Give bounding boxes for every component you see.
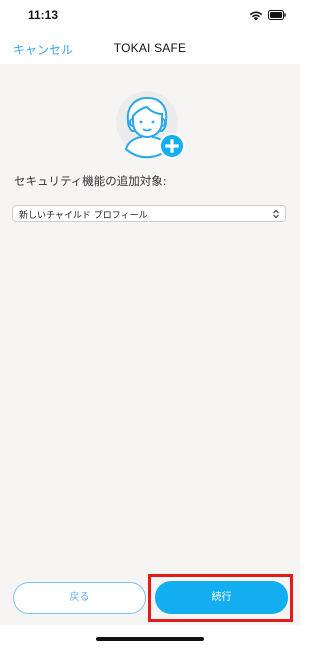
nav-bar: TOKAI SAFE キャンセル: [0, 32, 300, 64]
continue-button[interactable]: 続行: [155, 581, 288, 614]
status-bar: 11:13: [0, 0, 300, 32]
status-time: 11:13: [28, 8, 59, 22]
back-button[interactable]: 戻る: [13, 582, 146, 614]
target-prompt-label: セキュリティ機能の追加対象:: [14, 174, 167, 188]
up-down-chevron-icon: [273, 209, 279, 219]
home-indicator[interactable]: [96, 637, 204, 641]
child-avatar-add-icon: [116, 91, 185, 159]
battery-icon: [268, 10, 286, 20]
cancel-button[interactable]: キャンセル: [13, 41, 73, 58]
bottom-bar: [0, 625, 300, 649]
wifi-icon: [249, 11, 263, 21]
profile-select[interactable]: 新しいチャイルド プロフィール: [12, 205, 286, 222]
main-content: セキュリティ機能の追加対象: 新しいチャイルド プロフィール 戻る 続行: [0, 64, 300, 625]
profile-select-value: 新しいチャイルド プロフィール: [19, 211, 148, 221]
